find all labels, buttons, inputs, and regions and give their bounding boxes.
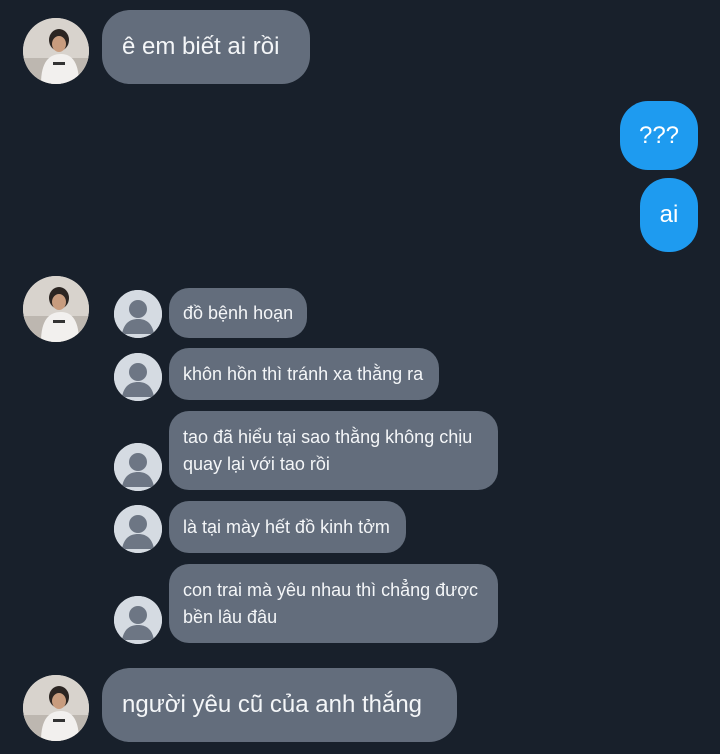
sender-avatar[interactable] xyxy=(23,18,89,84)
sender-avatar[interactable] xyxy=(23,276,89,342)
incoming-message[interactable]: con trai mà yêu nhau thì chẳng được bền … xyxy=(169,564,498,643)
default-person-icon xyxy=(114,505,162,553)
incoming-message[interactable]: tao đã hiểu tại sao thằng không chịu qua… xyxy=(169,411,498,490)
message-text-line: bền lâu đâu xyxy=(183,606,278,627)
message-text: là tại mày hết đồ kinh tởm xyxy=(183,516,390,537)
outgoing-message[interactable]: ai xyxy=(640,178,698,252)
default-person-icon xyxy=(114,443,162,491)
message-text: đồ bệnh hoạn xyxy=(183,302,294,323)
avatar-photo xyxy=(23,18,89,84)
message-text: khôn hồn thì tránh xa thằng ra xyxy=(183,363,424,384)
message-text: người yêu cũ của anh thắng xyxy=(122,691,423,718)
incoming-message[interactable]: người yêu cũ của anh thắng xyxy=(102,668,457,742)
message-text-line: quay lại với tao rồi xyxy=(183,453,330,474)
incoming-message[interactable]: là tại mày hết đồ kinh tởm xyxy=(169,501,406,553)
incoming-message[interactable]: ê em biết ai rồi xyxy=(102,10,310,84)
default-person-icon xyxy=(114,353,162,401)
message-text-line: con trai mà yêu nhau thì chẳng được xyxy=(183,579,479,600)
avatar-photo xyxy=(23,276,89,342)
message-text: ai xyxy=(659,201,679,228)
sender-avatar[interactable] xyxy=(23,675,89,741)
message-text: ??? xyxy=(638,121,680,149)
default-person-icon xyxy=(114,596,162,644)
incoming-message[interactable]: khôn hồn thì tránh xa thằng ra xyxy=(169,348,439,400)
incoming-message[interactable]: đồ bệnh hoạn xyxy=(169,288,307,338)
message-text-line: tao đã hiểu tại sao thằng không chịu xyxy=(183,426,473,447)
avatar-photo xyxy=(23,675,89,741)
message-text: ê em biết ai rồi xyxy=(122,33,280,60)
outgoing-message[interactable]: ??? xyxy=(620,101,698,170)
default-person-icon xyxy=(114,290,162,338)
